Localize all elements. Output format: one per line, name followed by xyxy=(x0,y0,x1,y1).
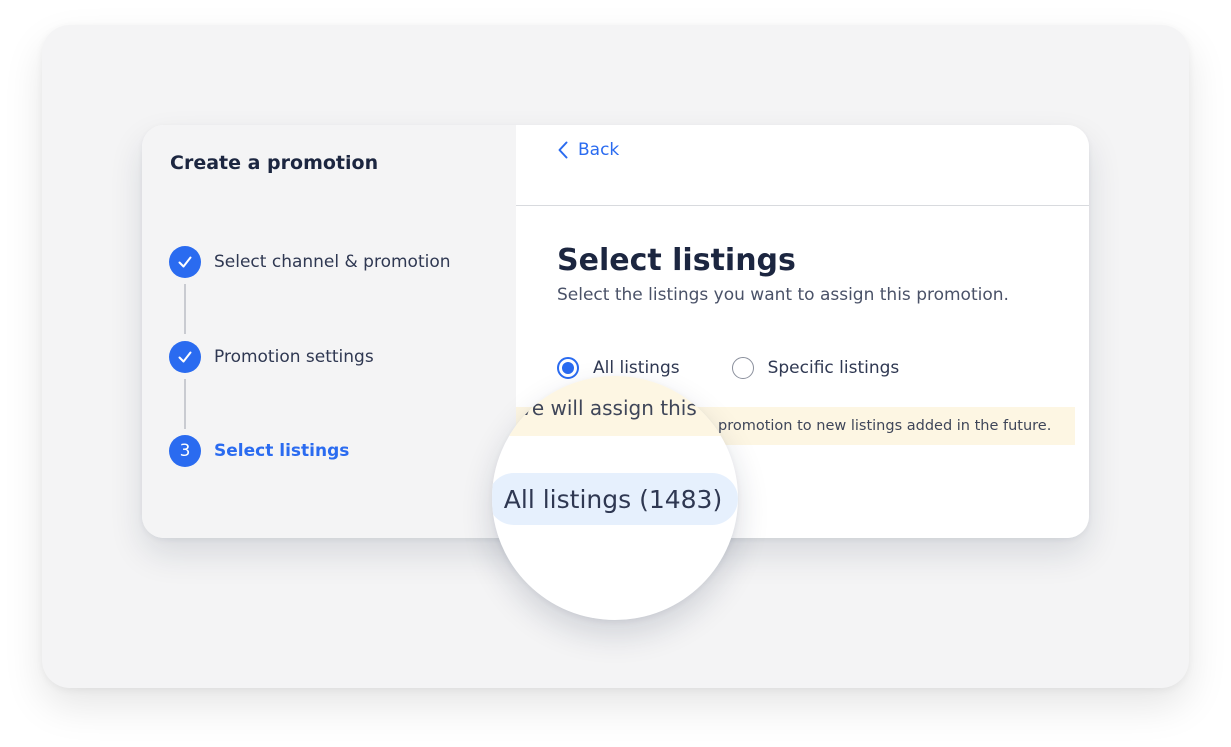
step-select-channel[interactable]: Select channel & promotion xyxy=(169,246,451,278)
step-connector xyxy=(184,379,186,429)
step-label: Promotion settings xyxy=(214,347,374,367)
wizard-sidebar: Create a promotion Select channel & prom… xyxy=(142,125,516,538)
back-link[interactable]: Back xyxy=(558,140,619,160)
check-icon xyxy=(169,246,201,278)
notice-text: promotion to new listings added in the f… xyxy=(718,418,1052,434)
chevron-left-icon xyxy=(558,141,568,159)
check-icon xyxy=(169,341,201,373)
page-subtitle: Select the listings you want to assign t… xyxy=(557,285,1009,305)
step-label: Select listings xyxy=(214,441,350,461)
step-connector xyxy=(184,284,186,334)
step-label: Select channel & promotion xyxy=(214,252,451,272)
wizard-title: Create a promotion xyxy=(170,152,379,174)
all-listings-count-pill[interactable]: All listings (1483) xyxy=(492,473,738,525)
all-listings-label[interactable]: All listings xyxy=(593,358,680,378)
page-title: Select listings xyxy=(557,243,796,278)
header-divider xyxy=(516,205,1089,206)
magnified-notice-text: ve will assign this xyxy=(520,396,697,420)
specific-listings-label[interactable]: Specific listings xyxy=(768,358,900,378)
zoom-magnifier: ve will assign this All listings (1483) xyxy=(492,376,738,620)
step-promotion-settings[interactable]: Promotion settings xyxy=(169,341,374,373)
step-select-listings[interactable]: 3 Select listings xyxy=(169,435,349,467)
back-label: Back xyxy=(578,140,620,160)
step-number-badge: 3 xyxy=(169,435,201,467)
